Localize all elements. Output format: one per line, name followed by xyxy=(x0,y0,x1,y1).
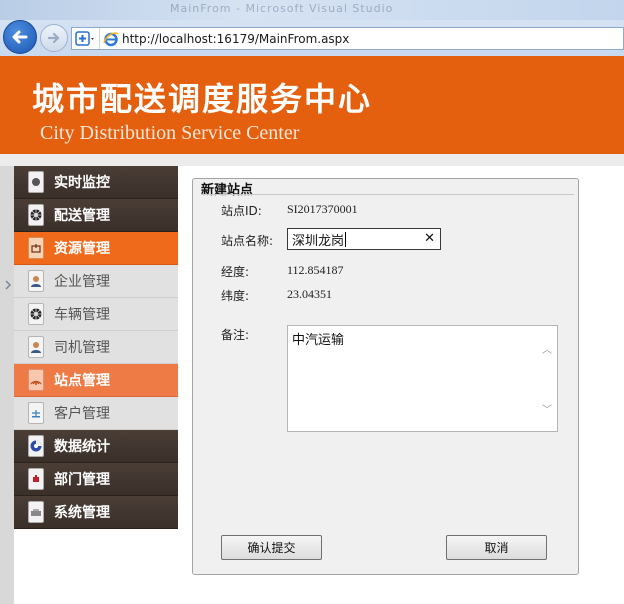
longitude-value: 112.854187 xyxy=(287,263,344,277)
station-name-text: 深圳龙岗 xyxy=(292,233,345,249)
sidebar-item-label: 系统管理 xyxy=(54,505,110,521)
address-bar[interactable]: http://localhost:16179/MainFrom.aspx xyxy=(71,27,624,50)
longitude-label: 经度: xyxy=(221,265,250,279)
panel-title: 新建站点 xyxy=(201,183,254,198)
customer-icon xyxy=(28,402,44,424)
user-icon xyxy=(28,336,44,358)
user-icon xyxy=(28,270,44,292)
sidebar-nav: 实时监控 配送管理 资源管理 企业管理 车辆管理 司机管理 站点管理 客户管理 … xyxy=(14,166,178,529)
chevron-right-icon xyxy=(5,280,12,290)
new-station-panel: 新建站点 站点ID: SI2017370001 站点名称: 深圳龙岗 ✕ 经度:… xyxy=(192,178,579,575)
sidebar-toggle[interactable] xyxy=(1,250,15,320)
remark-textarea[interactable]: 中汽运输 ︿ ﹀ xyxy=(287,325,558,432)
arrow-right-icon xyxy=(47,32,60,44)
sidebar-item-departments[interactable]: 部门管理 xyxy=(14,463,178,496)
station-name-label: 站点名称: xyxy=(221,234,274,248)
browser-title-bar: MainFrom - Microsoft Visual Studio xyxy=(0,0,624,20)
sidebar-item-label: 数据统计 xyxy=(54,439,110,455)
sidebar-item-label: 企业管理 xyxy=(54,274,110,290)
department-icon xyxy=(28,468,44,490)
scroll-down-icon[interactable]: ﹀ xyxy=(541,402,553,416)
sidebar-item-label: 配送管理 xyxy=(54,208,110,224)
signal-icon xyxy=(28,369,44,391)
latitude-label: 纬度: xyxy=(221,289,250,303)
latitude-value: 23.04351 xyxy=(287,287,332,301)
wheel-icon xyxy=(28,303,44,325)
sidebar-item-stations[interactable]: 站点管理 xyxy=(14,364,178,397)
station-id-label: 站点ID: xyxy=(221,204,262,218)
browser-window-title: MainFrom - Microsoft Visual Studio xyxy=(170,2,394,15)
remark-label: 备注: xyxy=(221,328,250,342)
resource-icon xyxy=(28,237,44,259)
favorites-add-button[interactable] xyxy=(72,28,100,49)
sidebar-item-vehicles[interactable]: 车辆管理 xyxy=(14,298,178,331)
app-subtitle: City Distribution Service Center xyxy=(40,122,300,144)
app-title: 城市配送调度服务中心 xyxy=(32,80,373,118)
sidebar-item-label: 资源管理 xyxy=(54,241,110,257)
browser-toolbar: MainFrom - Microsoft Visual Studio http:… xyxy=(0,0,624,56)
sidebar-item-resources[interactable]: 资源管理 xyxy=(14,232,178,265)
app-header: 城市配送调度服务中心 City Distribution Service Cen… xyxy=(0,56,624,154)
sidebar-item-realtime-monitor[interactable]: 实时监控 xyxy=(14,166,178,199)
scroll-up-icon[interactable]: ︿ xyxy=(541,342,553,356)
forward-button[interactable] xyxy=(40,24,68,52)
sidebar-item-statistics[interactable]: 数据统计 xyxy=(14,430,178,463)
header-divider xyxy=(0,154,624,166)
panel-divider xyxy=(201,194,574,195)
add-favorite-icon xyxy=(74,30,94,46)
wheel-icon xyxy=(28,204,44,226)
chart-icon xyxy=(28,435,44,457)
sidebar-edge xyxy=(0,166,14,604)
back-button[interactable] xyxy=(3,20,37,54)
sidebar-item-drivers[interactable]: 司机管理 xyxy=(14,331,178,364)
sidebar-item-label: 实时监控 xyxy=(54,175,110,191)
clear-icon[interactable]: ✕ xyxy=(424,231,435,246)
sidebar-item-customers[interactable]: 客户管理 xyxy=(14,397,178,430)
arrow-left-icon xyxy=(12,30,28,44)
monitor-icon xyxy=(28,171,44,193)
sidebar-item-enterprise[interactable]: 企业管理 xyxy=(14,265,178,298)
sidebar-item-label: 车辆管理 xyxy=(54,307,110,323)
sidebar-item-system[interactable]: 系统管理 xyxy=(14,496,178,529)
sidebar-item-delivery[interactable]: 配送管理 xyxy=(14,199,178,232)
url-text[interactable]: http://localhost:16179/MainFrom.aspx xyxy=(122,32,349,46)
sidebar-item-label: 部门管理 xyxy=(54,472,110,488)
system-icon xyxy=(28,501,44,523)
station-id-value: SI2017370001 xyxy=(287,202,358,216)
sidebar-item-label: 客户管理 xyxy=(54,406,110,422)
sidebar-item-label: 站点管理 xyxy=(54,373,110,389)
submit-button[interactable]: 确认提交 xyxy=(221,535,322,560)
cancel-button[interactable]: 取消 xyxy=(446,535,547,560)
text-caret xyxy=(345,231,347,247)
sidebar-item-label: 司机管理 xyxy=(54,340,110,356)
station-name-input[interactable]: 深圳龙岗 ✕ xyxy=(287,228,441,250)
remark-text: 中汽运输 xyxy=(292,333,345,348)
ie-logo-icon xyxy=(100,28,122,49)
